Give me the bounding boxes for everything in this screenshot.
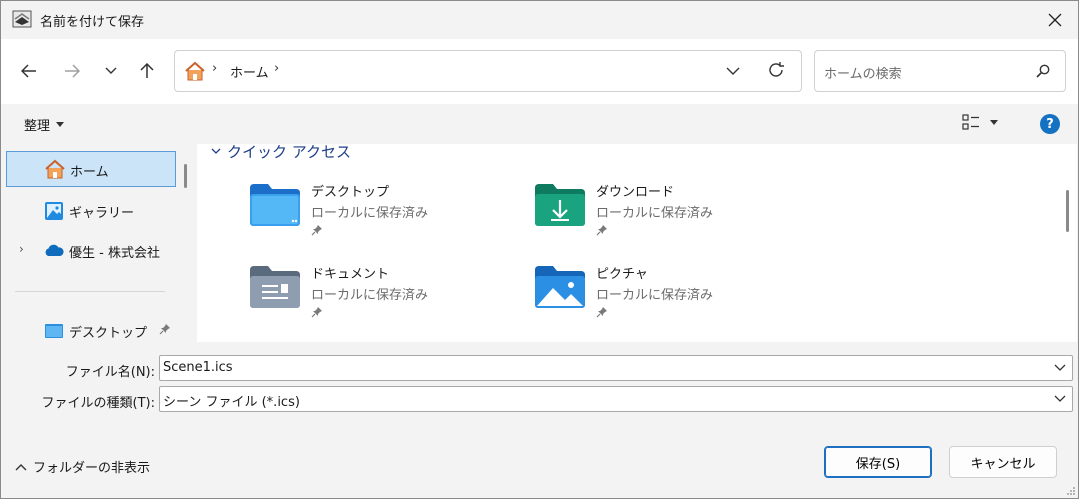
change-view-button[interactable] bbox=[962, 114, 998, 130]
sidebar-item-home[interactable]: ホーム bbox=[6, 151, 176, 187]
recent-locations-button[interactable] bbox=[96, 57, 126, 85]
sidebar-item-label: ギャラリー bbox=[69, 206, 135, 221]
save-fields: ファイル名(N): Scene1.ics ファイルの種類(T): シーン ファイ… bbox=[1, 342, 1078, 422]
save-button[interactable]: 保存(S) bbox=[824, 446, 932, 478]
pin-icon bbox=[311, 225, 322, 236]
breadcrumb-separator-icon[interactable]: › bbox=[212, 61, 217, 76]
back-button[interactable] bbox=[14, 57, 44, 85]
tile-name: ドキュメント bbox=[311, 267, 390, 282]
home-icon bbox=[45, 159, 65, 179]
sidebar-item-gallery[interactable]: ギャラリー bbox=[6, 193, 176, 229]
pin-icon bbox=[159, 324, 170, 335]
organize-menu-button[interactable]: 整理 bbox=[24, 115, 65, 134]
sidebar-item-label: デスクトップ bbox=[69, 326, 148, 341]
expand-chevron-icon[interactable]: › bbox=[19, 242, 24, 256]
filetype-select[interactable]: シーン ファイル (*.ics) bbox=[159, 386, 1073, 412]
tile-status: ローカルに保存済み bbox=[311, 206, 429, 221]
caret-down-icon bbox=[56, 122, 65, 127]
desktop-folder-icon bbox=[250, 184, 300, 226]
filename-label: ファイル名(N): bbox=[65, 365, 155, 380]
quick-access-tile-desktop[interactable]: デスクトップ ローカルに保存済み bbox=[248, 182, 518, 254]
forward-button[interactable] bbox=[57, 57, 87, 85]
pin-icon bbox=[596, 225, 607, 236]
pin-icon bbox=[311, 307, 322, 318]
documents-folder-icon bbox=[250, 266, 300, 308]
search-input[interactable]: ホームの検索 bbox=[824, 63, 902, 82]
home-icon bbox=[185, 61, 205, 81]
quick-access-tile-documents[interactable]: ドキュメント ローカルに保存済み bbox=[248, 264, 518, 336]
cancel-button[interactable]: キャンセル bbox=[949, 446, 1057, 478]
arrow-right-icon bbox=[65, 64, 80, 78]
filename-value: Scene1.ics bbox=[163, 360, 233, 375]
tile-name: デスクトップ bbox=[311, 185, 390, 200]
tile-status: ローカルに保存済み bbox=[596, 206, 714, 221]
arrow-left-icon bbox=[21, 64, 36, 78]
group-title: クイック アクセス bbox=[227, 144, 352, 161]
tile-name: ダウンロード bbox=[596, 185, 675, 200]
chevron-down-icon bbox=[105, 67, 117, 74]
resize-grip-icon[interactable] bbox=[1066, 486, 1076, 496]
caret-down-icon bbox=[990, 119, 998, 125]
sidebar-item-label: ホーム bbox=[70, 165, 109, 180]
tile-status: ローカルに保存済み bbox=[596, 288, 714, 303]
organize-label: 整理 bbox=[24, 119, 51, 134]
dialog-footer: フォルダーの非表示 保存(S) キャンセル bbox=[1, 422, 1078, 498]
desktop-folder-icon bbox=[45, 324, 63, 338]
save-as-dialog: 名前を付けて保存 › ホーム › ホームの検索 整理 ? ホーム ギャラリー ›… bbox=[0, 0, 1079, 499]
title-bar: 名前を付けて保存 bbox=[1, 1, 1078, 39]
tile-name: ピクチャ bbox=[596, 267, 648, 282]
chevron-down-icon[interactable] bbox=[1054, 393, 1066, 405]
downloads-folder-icon bbox=[535, 184, 585, 226]
gallery-icon bbox=[45, 202, 63, 220]
hide-folders-label: フォルダーの非表示 bbox=[33, 461, 151, 476]
app-icon bbox=[12, 10, 32, 28]
search-box[interactable]: ホームの検索 bbox=[814, 50, 1066, 92]
window-title: 名前を付けて保存 bbox=[40, 15, 145, 30]
view-options-icon bbox=[962, 114, 979, 130]
refresh-icon[interactable] bbox=[767, 61, 785, 79]
tile-status: ローカルに保存済み bbox=[311, 288, 429, 303]
chevron-down-icon bbox=[211, 148, 221, 154]
filetype-value: シーン ファイル (*.ics) bbox=[163, 395, 300, 410]
address-bar[interactable]: › ホーム › bbox=[174, 50, 802, 92]
cloud-icon bbox=[45, 244, 64, 256]
hide-folders-toggle[interactable]: フォルダーの非表示 bbox=[15, 457, 150, 476]
command-bar: 整理 ? bbox=[1, 104, 1078, 144]
quick-access-tile-pictures[interactable]: ピクチャ ローカルに保存済み bbox=[533, 264, 803, 336]
sidebar-divider bbox=[15, 291, 165, 292]
help-icon: ? bbox=[1046, 116, 1054, 132]
sidebar-item-desktop[interactable]: デスクトップ bbox=[6, 313, 176, 342]
file-list-pane: クイック アクセス デスクトップ ローカルに保存済み ダウンロード ローカルに保… bbox=[197, 144, 1077, 342]
quick-access-group-header[interactable]: クイック アクセス bbox=[211, 144, 351, 162]
breadcrumb-separator-icon[interactable]: › bbox=[274, 61, 279, 76]
file-list-scrollbar[interactable] bbox=[1066, 190, 1069, 232]
chevron-down-icon[interactable] bbox=[726, 62, 740, 80]
sidebar-scrollbar[interactable] bbox=[184, 164, 187, 188]
help-button[interactable]: ? bbox=[1040, 114, 1060, 134]
search-icon[interactable] bbox=[1036, 64, 1050, 78]
pin-icon bbox=[596, 307, 607, 318]
filetype-label: ファイルの種類(T): bbox=[41, 396, 155, 411]
filename-input[interactable]: Scene1.ics bbox=[159, 355, 1073, 381]
sidebar-item-label: 優生 - 株式会社 bbox=[69, 246, 160, 261]
close-button[interactable] bbox=[1032, 1, 1078, 39]
arrow-up-icon bbox=[140, 63, 154, 78]
close-icon bbox=[1048, 13, 1062, 27]
quick-access-tile-downloads[interactable]: ダウンロード ローカルに保存済み bbox=[533, 182, 803, 254]
pictures-folder-icon bbox=[535, 266, 585, 308]
breadcrumb-home[interactable]: ホーム bbox=[230, 62, 269, 81]
navigation-bar: › ホーム › ホームの検索 bbox=[1, 39, 1078, 104]
chevron-up-icon bbox=[15, 463, 27, 470]
sidebar-item-onedrive[interactable]: › 優生 - 株式会社 bbox=[6, 233, 176, 269]
chevron-down-icon[interactable] bbox=[1054, 362, 1066, 374]
navigation-pane: ホーム ギャラリー › 優生 - 株式会社 デスクトップ bbox=[1, 144, 195, 342]
up-button[interactable] bbox=[132, 57, 162, 85]
